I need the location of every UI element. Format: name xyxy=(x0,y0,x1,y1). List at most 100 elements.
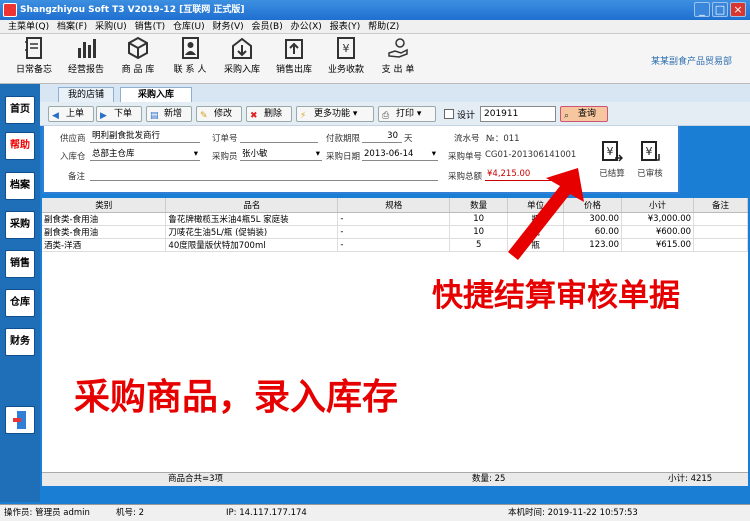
warehouse-select[interactable]: 总部主仓库 ▾ xyxy=(90,149,200,161)
toolbar-contacts-label: 联 系 人 xyxy=(173,65,207,75)
print-button[interactable]: ⎙ 打印 ▾ xyxy=(378,106,436,122)
toolbar-receipt-button[interactable]: ¥ 业务收款 xyxy=(324,36,368,82)
more-button[interactable]: ⚡ 更多功能 ▾ xyxy=(296,106,374,122)
col-category[interactable]: 类别 xyxy=(42,198,167,213)
edit-button[interactable]: ✎ 修改 xyxy=(196,106,242,122)
buyer-select[interactable]: 张小敏 ▾ xyxy=(240,149,322,161)
menu-finance[interactable]: 财务(V) xyxy=(212,22,243,32)
col-name[interactable]: 品名 xyxy=(165,198,339,213)
pencil-icon: ✎ xyxy=(200,111,208,121)
settled-button[interactable]: ¥ 已结算 xyxy=(596,140,628,179)
nav-sales[interactable]: 销售 xyxy=(5,250,35,278)
svg-text:¥: ¥ xyxy=(343,42,350,55)
nav-help[interactable]: 帮助 xyxy=(5,132,35,160)
cell-name: 40度限量版伏特加700ml xyxy=(165,238,339,252)
prev-button[interactable]: ◀ 上单 xyxy=(48,106,94,122)
toolbar-expense-button[interactable]: 支 出 单 xyxy=(376,36,420,82)
menu-warehouse[interactable]: 仓库(U) xyxy=(173,22,205,32)
cell-category: 副食类-食用油 xyxy=(42,225,167,239)
toolbar-report-label: 经营报告 xyxy=(67,65,104,75)
search-input[interactable]: 201911 xyxy=(480,106,556,122)
lightning-icon: ⚡ xyxy=(300,111,307,121)
toolbar-contacts-button[interactable]: 联 系 人 xyxy=(168,36,212,82)
nav-purchase[interactable]: 采购 xyxy=(5,211,35,239)
nav-archive[interactable]: 档案 xyxy=(5,172,35,200)
delete-button[interactable]: ✖ 删除 xyxy=(246,106,292,122)
cell-spec: - xyxy=(337,225,451,239)
menu-purchase[interactable]: 采购(U) xyxy=(95,22,127,32)
total-label: 采购总额 xyxy=(448,172,483,182)
upload-icon xyxy=(285,39,303,59)
supplier-field[interactable]: 明利副食批发商行 xyxy=(90,131,200,143)
toolbar-goods-label: 商 品 库 xyxy=(121,65,155,75)
window-title: Shangzhiyou Soft T3 V2019-12 [互联网 正式版] xyxy=(20,5,245,15)
col-qty[interactable]: 数量 xyxy=(449,198,509,213)
order-label: 订单号 xyxy=(212,134,238,144)
delete-icon: ✖ xyxy=(250,111,258,121)
cell-note xyxy=(693,225,748,239)
design-checkbox[interactable] xyxy=(444,109,454,119)
cell-category: 酒类-洋酒 xyxy=(42,238,167,252)
chevron-down-icon: ▾ xyxy=(315,149,320,159)
col-spec[interactable]: 规格 xyxy=(337,198,451,213)
buyer-label: 采购员 xyxy=(212,152,238,162)
date-field[interactable]: 2013-06-14 ▾ xyxy=(362,149,438,161)
no-label: 采购单号 xyxy=(448,152,483,162)
table-footer: 商品合共=3项 数量: 25 小计: 4215 xyxy=(42,472,748,486)
toolbar-memo-button[interactable]: 日常备忘 xyxy=(12,36,56,82)
order-field[interactable] xyxy=(240,131,318,143)
footer-count: 商品合共=3项 xyxy=(168,474,224,484)
menu-main[interactable]: 主菜单(Q) xyxy=(8,22,49,32)
menu-archive[interactable]: 档案(F) xyxy=(57,22,87,32)
cell-category: 副食类-食用油 xyxy=(42,212,167,226)
col-note[interactable]: 备注 xyxy=(693,198,748,213)
menu-help[interactable]: 帮助(Z) xyxy=(368,22,399,32)
table-row[interactable]: 副食类-食用油 鲁花牌橄榄玉米油4瓶5L 家庭装 - 10 瓶 300.00 ¥… xyxy=(42,212,748,226)
toolbar-sales-out-button[interactable]: 销售出库 xyxy=(272,36,316,82)
annotation-quick-settle: 快捷结算审核单据 xyxy=(432,278,680,314)
audited-button[interactable]: ¥ 已审核 xyxy=(634,140,666,179)
nav-home[interactable]: 首页 xyxy=(5,96,35,124)
query-button[interactable]: ⌕ 查询 xyxy=(560,106,608,122)
svg-text:¥: ¥ xyxy=(646,145,653,158)
note-label: 备注 xyxy=(68,172,86,182)
new-button[interactable]: ▤ 新增 xyxy=(146,106,192,122)
nav-warehouse[interactable]: 仓库 xyxy=(5,289,35,317)
tab-purchase-in[interactable]: 采购入库 xyxy=(120,87,192,102)
footer-qty: 数量: 25 xyxy=(472,474,506,484)
minimize-button[interactable]: _ xyxy=(694,2,710,17)
yen-settle-icon: ¥ xyxy=(602,141,624,162)
warehouse-in-icon xyxy=(232,37,252,59)
col-subtotal[interactable]: 小计 xyxy=(621,198,695,213)
status-machine: 机号: 2 xyxy=(116,508,144,518)
svg-text:¥: ¥ xyxy=(607,145,614,158)
tab-my-store[interactable]: 我的店铺 xyxy=(58,87,114,102)
term-label: 付款期限 xyxy=(326,134,361,144)
toolbar-purchase-in-button[interactable]: 采购入库 xyxy=(220,36,264,82)
chevron-down-icon: ▾ xyxy=(193,149,198,159)
toolbar-purchase-in-label: 采购入库 xyxy=(223,65,260,75)
menu-member[interactable]: 会员(B) xyxy=(252,22,283,32)
note-field[interactable] xyxy=(90,169,438,181)
action-bar: ◀ 上单 ▶ 下单 ▤ 新增 ✎ 修改 ✖ 删除 ⚡ 更多功能 ▾ ⎙ 打印 ▾ 设计 201… xyxy=(40,102,750,126)
new-doc-icon: ▤ xyxy=(150,111,159,121)
nav-exit[interactable] xyxy=(5,406,35,434)
toolbar-report-button[interactable]: 经营报告 xyxy=(64,36,108,82)
cell-qty: 5 xyxy=(449,238,509,252)
next-button[interactable]: ▶ 下单 xyxy=(96,106,142,122)
menu-office[interactable]: 办公(X) xyxy=(291,22,322,32)
cell-qty: 10 xyxy=(449,212,509,226)
menu-sales[interactable]: 销售(T) xyxy=(135,22,166,32)
tab-strip: 我的店铺 采购入库 xyxy=(40,84,750,102)
table-header: 类别 品名 规格 数量 单位 价格 小计 备注 xyxy=(42,198,748,213)
maximize-button[interactable]: □ xyxy=(712,2,728,17)
nav-finance[interactable]: 财务 xyxy=(5,328,35,356)
table-row[interactable]: 酒类-洋酒 40度限量版伏特加700ml - 5 瓶 123.00 ¥615.0… xyxy=(42,238,748,252)
table-row[interactable]: 副食类-食用油 刀唛花生油5L/瓶 (促销装) - 10 瓶 60.00 ¥60… xyxy=(42,225,748,239)
term-field[interactable]: 30 xyxy=(362,131,402,143)
menu-report[interactable]: 报表(Y) xyxy=(330,22,361,32)
close-button[interactable]: × xyxy=(730,2,746,17)
toolbar-goods-button[interactable]: 商 品 库 xyxy=(116,36,160,82)
contacts-icon xyxy=(182,37,199,59)
cell-spec: - xyxy=(337,212,451,226)
